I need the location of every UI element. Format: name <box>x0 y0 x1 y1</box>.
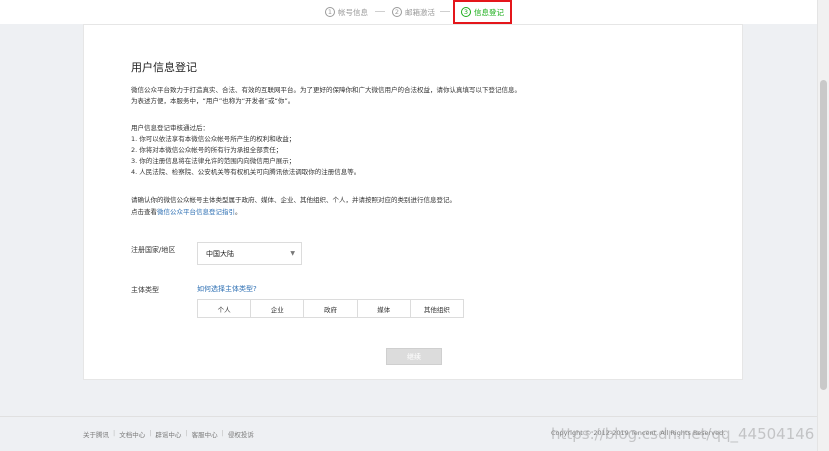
continue-button[interactable]: 继续 <box>386 348 442 365</box>
step-number: 1 <box>325 7 335 17</box>
step-divider <box>440 11 450 12</box>
step-number: 3 <box>461 7 471 17</box>
footer-link-rumor[interactable]: 辟谣中心 <box>155 429 181 439</box>
after-review-heading: 用户信息登记审核通过后： <box>131 124 209 132</box>
step-number: 2 <box>392 7 402 17</box>
footer-separator: | <box>221 429 224 437</box>
footer-link-infringement[interactable]: 侵权投诉 <box>228 429 254 439</box>
step-label: 信息登记 <box>474 7 504 17</box>
footer-separator: | <box>185 429 188 437</box>
registration-guide-link[interactable]: 微信公众平台信息登记指引 <box>157 208 235 216</box>
step-account-info: 1 帐号信息 <box>325 0 368 24</box>
subject-type-media[interactable]: 媒体 <box>356 300 410 317</box>
step-info-registration: 3 信息登记 <box>453 0 512 24</box>
after-review-item: 2. 你将对本微信公众帐号的所有行为承担全部责任； <box>131 146 283 154</box>
intro-line-1: 微信公众平台致力于打造真实、合法、有效的互联网平台。为了更好的保障你和广大微信用… <box>131 86 521 94</box>
after-review-item: 1. 你可以依法享有本微信公众帐号所产生的权利和收益； <box>131 135 296 143</box>
subject-type-options: 个人 企业 政府 媒体 其他组织 <box>197 299 464 318</box>
subject-type-individual[interactable]: 个人 <box>198 300 251 317</box>
footer-separator: | <box>149 429 152 437</box>
blog-watermark: https://blog.csdn.net/qq_44504146 <box>551 425 815 443</box>
page-scrollbar[interactable] <box>817 0 829 451</box>
subject-type-help-link[interactable]: 如何选择主体类型? <box>197 284 257 294</box>
subject-type-government[interactable]: 政府 <box>303 300 357 317</box>
step-label: 帐号信息 <box>338 7 368 17</box>
intro-line-2: 为表述方便，本服务中，“用户”也称为“开发者”或“你”。 <box>131 97 295 105</box>
confirm-line-2: 点击查看微信公众平台信息登记指引。 <box>131 207 242 217</box>
page-title: 用户信息登记 <box>131 61 197 74</box>
confirm-suffix: 。 <box>235 208 242 216</box>
footer-link-docs[interactable]: 文档中心 <box>119 429 145 439</box>
step-divider <box>375 11 385 12</box>
footer-separator: | <box>113 429 116 437</box>
confirm-line-1: 请确认你的微信公众帐号主体类型属于政府、媒体、企业、其他组织、个人，并请按照对应… <box>131 196 456 204</box>
footer-link-about[interactable]: 关于腾讯 <box>83 429 109 439</box>
footer-link-support[interactable]: 客服中心 <box>192 429 218 439</box>
region-label: 注册国家/地区 <box>131 246 176 254</box>
registration-card: 用户信息登记 微信公众平台致力于打造真实、合法、有效的互联网平台。为了更好的保障… <box>83 24 743 380</box>
subject-type-enterprise[interactable]: 企业 <box>250 300 304 317</box>
subject-type-other-org[interactable]: 其他组织 <box>409 300 464 317</box>
footer-divider <box>0 416 817 417</box>
confirm-prefix: 点击查看 <box>131 208 157 216</box>
subject-type-label: 主体类型 <box>131 286 159 294</box>
region-value: 中国大陆 <box>206 249 234 258</box>
scrollbar-thumb[interactable] <box>820 80 827 390</box>
region-select[interactable]: 中国大陆 ▼ <box>197 242 302 265</box>
step-email-activation: 2 邮箱激活 <box>392 0 435 24</box>
after-review-item: 3. 你的注册信息将在法律允许的范围内向微信用户展示； <box>131 157 296 165</box>
after-review-item: 4. 人民法院、检察院、公安机关等有权机关可向腾讯依法调取你的注册信息等。 <box>131 168 361 176</box>
step-label: 邮箱激活 <box>405 7 435 17</box>
footer-links: 关于腾讯 | 文档中心 | 辟谣中心 | 客服中心 | 侵权投诉 <box>83 429 254 439</box>
registration-steps: 1 帐号信息 2 邮箱激活 3 信息登记 <box>0 0 817 24</box>
chevron-down-icon: ▼ <box>290 250 295 257</box>
